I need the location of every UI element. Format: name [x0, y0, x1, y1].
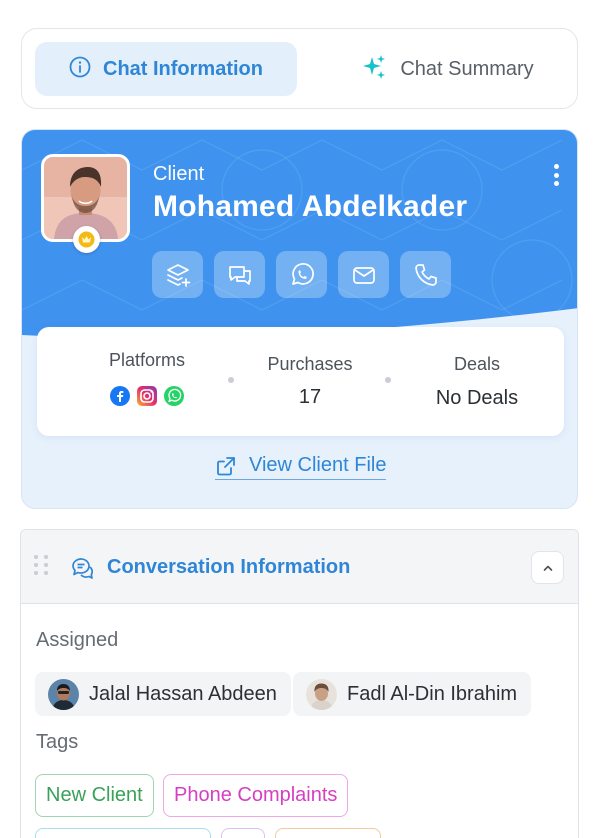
- assigned-agent[interactable]: Fadl Al-Din Ibrahim: [293, 672, 532, 716]
- purchases-value: 17: [298, 386, 322, 408]
- tab-chat-summary-label: Chat Summary: [400, 57, 534, 80]
- instagram-icon: [137, 386, 157, 406]
- tab-chat-summary[interactable]: Chat Summary: [332, 42, 562, 96]
- whatsapp-icon: [291, 262, 314, 285]
- collapse-button[interactable]: [531, 551, 564, 584]
- email-button[interactable]: [338, 251, 389, 298]
- client-role: Client: [153, 163, 205, 185]
- client-stats: Platforms Purchases 17 Deals No Deals: [37, 327, 564, 436]
- deals-value: No Deals: [435, 387, 519, 409]
- avatar: [48, 678, 79, 710]
- conversation-icon: [72, 558, 94, 579]
- assigned-agent-name: Fadl Al-Din Ibrahim: [347, 682, 518, 705]
- conversation-information-panel: Conversation Information Assigned Jalal …: [20, 529, 579, 838]
- platforms-label: Platforms: [108, 350, 186, 370]
- phone-icon: [414, 263, 437, 286]
- tags-label: Tags: [36, 731, 79, 753]
- client-card: Client Mohamed Abdelkader Platforms Purc…: [21, 129, 578, 509]
- conversation-information-header[interactable]: Conversation Information: [21, 530, 578, 604]
- view-client-file-link[interactable]: View Client File: [215, 454, 387, 480]
- call-button[interactable]: [400, 251, 451, 298]
- client-name: Mohamed Abdelkader: [153, 190, 468, 223]
- whatsapp-platform-icon: [164, 386, 184, 406]
- stat-separator: [385, 377, 391, 383]
- chevron-up-icon: [543, 565, 552, 571]
- drag-handle-icon[interactable]: [34, 555, 49, 575]
- tag-chip[interactable]: [221, 828, 265, 838]
- stat-purchases: Purchases 17: [245, 327, 375, 436]
- tag-chip[interactable]: Phone Complaints: [163, 774, 349, 817]
- tag-chip[interactable]: [275, 828, 381, 838]
- mail-icon: [352, 266, 375, 284]
- tab-chat-information[interactable]: Chat Information: [35, 42, 297, 96]
- platform-icons: [109, 385, 185, 407]
- assigned-agent[interactable]: Jalal Hassan Abdeen: [35, 672, 291, 716]
- vip-badge-icon: [73, 226, 100, 253]
- tab-chat-information-label: Chat Information: [103, 57, 263, 80]
- facebook-icon: [110, 386, 130, 406]
- assigned-label: Assigned: [36, 629, 119, 651]
- tag-chip[interactable]: [35, 828, 211, 838]
- client-header: Client Mohamed Abdelkader: [22, 130, 577, 340]
- info-icon: [69, 56, 91, 83]
- chat-icon: [228, 265, 251, 285]
- chat-tabs: Chat Information Chat Summary: [21, 28, 578, 109]
- stat-platforms: Platforms: [77, 327, 217, 436]
- purchases-label: Purchases: [267, 354, 353, 374]
- conversation-information-title: Conversation Information: [107, 556, 351, 578]
- layers-add-icon: [166, 263, 190, 287]
- whatsapp-button[interactable]: [276, 251, 327, 298]
- avatar: [306, 678, 337, 710]
- stat-deals: Deals No Deals: [422, 327, 532, 436]
- chat-button[interactable]: [214, 251, 265, 298]
- stat-separator: [228, 377, 234, 383]
- view-client-file-label: View Client File: [249, 454, 387, 476]
- tag-chip[interactable]: New Client: [35, 774, 154, 817]
- deals-label: Deals: [453, 354, 501, 374]
- assigned-agent-name: Jalal Hassan Abdeen: [89, 682, 277, 705]
- external-link-icon: [217, 456, 235, 475]
- add-to-group-button[interactable]: [152, 251, 203, 298]
- client-actions: [152, 251, 451, 298]
- more-options-icon[interactable]: [546, 162, 566, 188]
- sparkles-icon: [360, 53, 388, 86]
